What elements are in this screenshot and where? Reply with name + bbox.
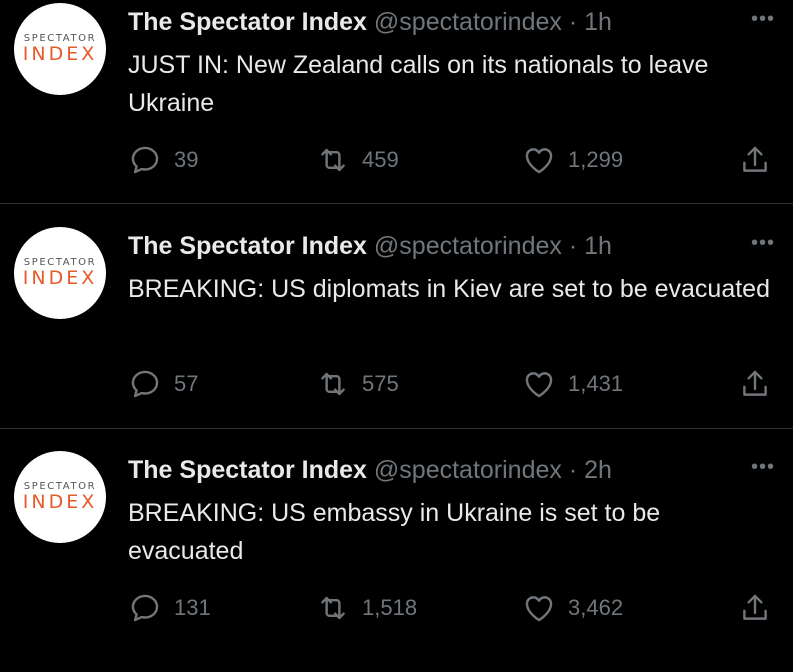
- retweet-icon: [321, 372, 345, 396]
- separator: ·: [568, 8, 578, 36]
- avatar-logo-bottom: INDEX: [22, 491, 98, 513]
- reply-count: 131: [174, 595, 211, 620]
- share-button[interactable]: [738, 591, 772, 630]
- reply-icon: [131, 370, 159, 398]
- avatar-logo-bottom: INDEX: [22, 267, 98, 289]
- like-icon: [525, 596, 553, 622]
- tweet-text: JUST IN: New Zealand calls on its nation…: [128, 51, 709, 117]
- more-icon[interactable]: •••: [751, 8, 775, 31]
- like-button[interactable]: 3,462: [522, 591, 623, 625]
- timestamp[interactable]: 1h: [584, 8, 612, 36]
- separator: ·: [568, 232, 578, 260]
- share-button[interactable]: [738, 143, 772, 182]
- timestamp[interactable]: 1h: [584, 232, 612, 260]
- retweet-button[interactable]: 1,518: [316, 591, 417, 625]
- tweet[interactable]: SPECTATOR INDEX The Spectator Index @spe…: [0, 0, 793, 224]
- avatar[interactable]: SPECTATOR INDEX: [14, 451, 106, 543]
- share-icon: [743, 594, 767, 620]
- like-icon: [525, 372, 553, 398]
- retweet-button[interactable]: 459: [316, 143, 399, 177]
- like-icon: [525, 148, 553, 174]
- retweet-icon: [321, 148, 345, 172]
- tweet-text: BREAKING: US diplomats in Kiev are set t…: [128, 275, 770, 303]
- tweet-text: BREAKING: US embassy in Ukraine is set t…: [128, 499, 661, 565]
- reply-icon: [131, 146, 159, 174]
- share-icon: [743, 146, 767, 172]
- tweet-header: The Spectator Index @spectatorindex · 1h: [128, 232, 612, 261]
- tweet[interactable]: SPECTATOR INDEX The Spectator Index @spe…: [0, 448, 793, 672]
- like-count: 3,462: [568, 595, 624, 620]
- like-button[interactable]: 1,431: [522, 367, 623, 401]
- retweet-count: 459: [362, 147, 399, 172]
- tweet[interactable]: SPECTATOR INDEX The Spectator Index @spe…: [0, 224, 793, 448]
- retweet-icon: [321, 596, 345, 620]
- tweet-actions: 39 459 1,299: [0, 143, 793, 183]
- divider: [0, 428, 793, 429]
- author-handle[interactable]: @spectatorindex: [374, 456, 562, 484]
- reply-button[interactable]: 57: [128, 367, 198, 401]
- more-icon[interactable]: •••: [751, 232, 775, 255]
- author-name[interactable]: The Spectator Index: [128, 456, 367, 484]
- more-icon[interactable]: •••: [751, 456, 775, 479]
- timestamp[interactable]: 2h: [584, 456, 612, 484]
- tweet-actions: 57 575 1,431: [0, 367, 793, 407]
- reply-count: 57: [174, 371, 199, 396]
- reply-icon: [131, 594, 159, 622]
- tweet-header: The Spectator Index @spectatorindex · 2h: [128, 456, 612, 485]
- divider: [0, 203, 793, 204]
- retweet-button[interactable]: 575: [316, 367, 399, 401]
- like-count: 1,431: [568, 371, 624, 396]
- reply-count: 39: [174, 147, 199, 172]
- retweet-count: 1,518: [362, 595, 418, 620]
- share-button[interactable]: [738, 367, 772, 406]
- reply-button[interactable]: 39: [128, 143, 198, 177]
- retweet-count: 575: [362, 371, 399, 396]
- avatar-logo-bottom: INDEX: [22, 43, 98, 65]
- tweet-header: The Spectator Index @spectatorindex · 1h: [128, 8, 612, 37]
- reply-button[interactable]: 131: [128, 591, 211, 625]
- avatar[interactable]: SPECTATOR INDEX: [14, 227, 106, 319]
- share-icon: [743, 370, 767, 396]
- avatar[interactable]: SPECTATOR INDEX: [14, 3, 106, 95]
- author-handle[interactable]: @spectatorindex: [374, 8, 562, 36]
- tweet-actions: 131 1,518 3,462: [0, 591, 793, 631]
- like-count: 1,299: [568, 147, 624, 172]
- separator: ·: [568, 456, 578, 484]
- like-button[interactable]: 1,299: [522, 143, 623, 177]
- author-name[interactable]: The Spectator Index: [128, 8, 367, 36]
- author-name[interactable]: The Spectator Index: [128, 232, 367, 260]
- author-handle[interactable]: @spectatorindex: [374, 232, 562, 260]
